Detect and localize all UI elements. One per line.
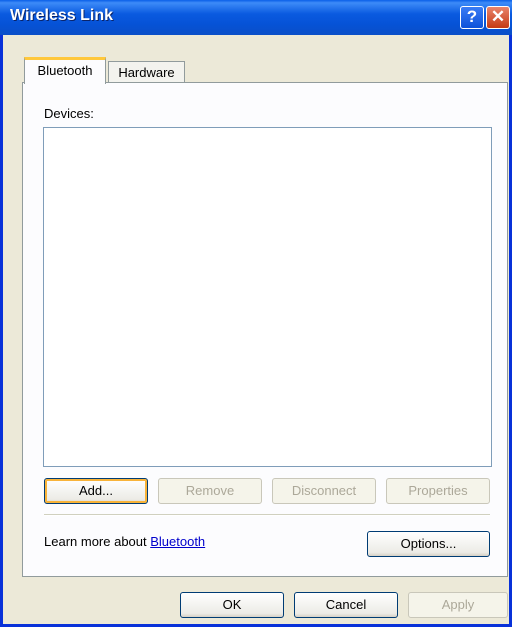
- devices-label: Devices:: [44, 106, 94, 121]
- add-device-button[interactable]: Add...: [44, 478, 148, 504]
- devices-list[interactable]: [43, 127, 492, 467]
- separator: [44, 514, 490, 516]
- help-button[interactable]: ?: [460, 6, 484, 29]
- properties-button[interactable]: Properties: [386, 478, 490, 504]
- close-button[interactable]: ✕: [486, 6, 510, 29]
- ok-button[interactable]: OK: [180, 592, 284, 618]
- tab-hardware[interactable]: Hardware: [108, 61, 185, 84]
- title-bar[interactable]: Wireless Link ? ✕: [0, 0, 512, 35]
- remove-device-button[interactable]: Remove: [158, 478, 262, 504]
- options-button[interactable]: Options...: [367, 531, 490, 557]
- learn-more-prefix: Learn more about: [44, 534, 151, 549]
- cancel-button[interactable]: Cancel: [294, 592, 398, 618]
- window-title: Wireless Link: [10, 7, 114, 24]
- learn-more-text: Learn more about Bluetooth: [44, 534, 205, 549]
- apply-button[interactable]: Apply: [408, 592, 508, 618]
- disconnect-button[interactable]: Disconnect: [272, 478, 376, 504]
- tab-bluetooth-label: Bluetooth: [37, 63, 93, 78]
- bluetooth-link[interactable]: Bluetooth: [150, 534, 205, 549]
- tab-hardware-label: Hardware: [118, 65, 175, 80]
- tab-bluetooth[interactable]: Bluetooth: [24, 57, 106, 84]
